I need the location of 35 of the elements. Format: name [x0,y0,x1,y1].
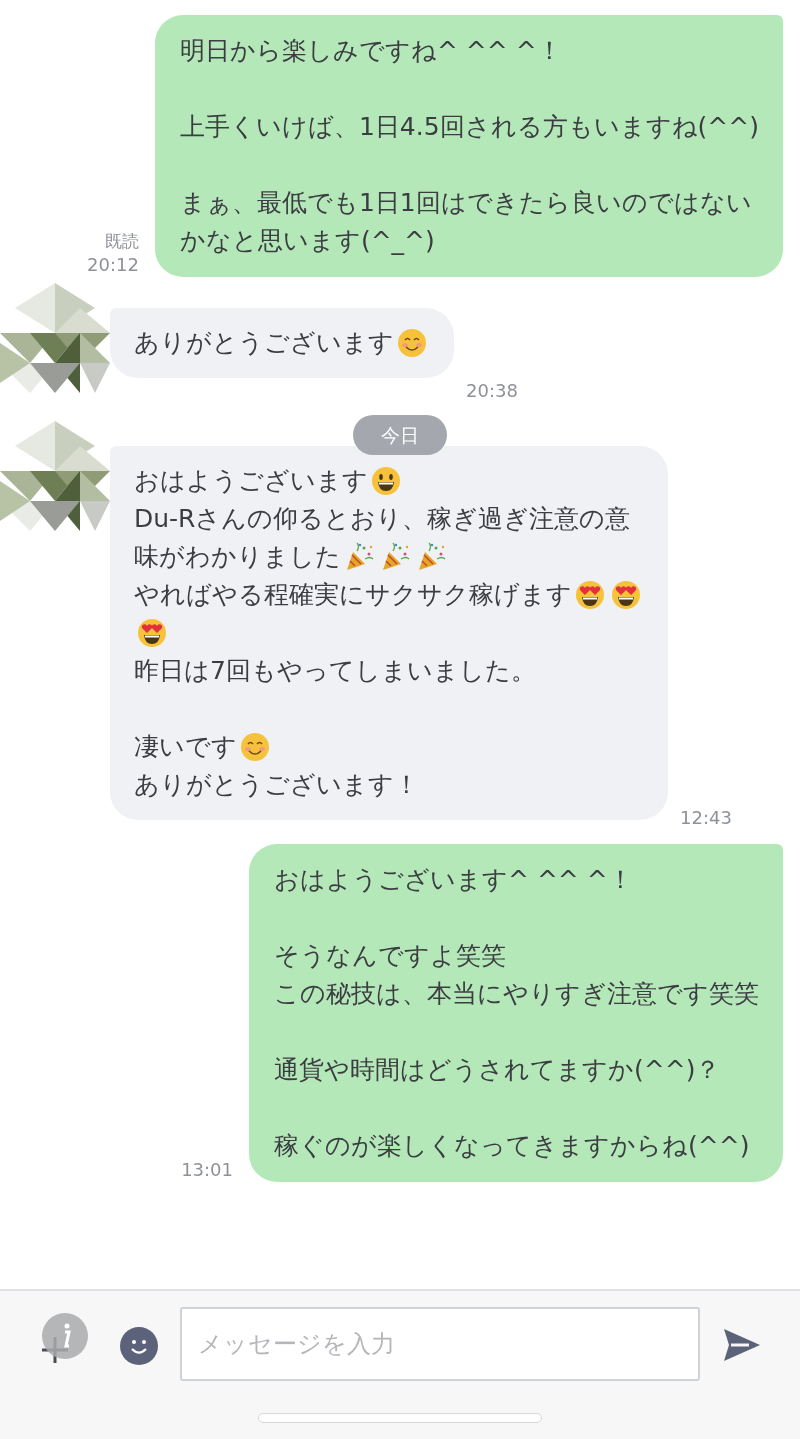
send-icon[interactable] [722,1327,762,1363]
message-text: 上手くいけば、1日4.5回される方もいますね(^^) [179,111,759,143]
date-badge: 今日 [353,415,447,455]
smiling-face-icon [240,732,270,762]
message-text: そうなんですよ笑笑 [274,940,506,972]
party-popper-icon [380,542,410,572]
message-text: 凄いです [134,731,237,763]
grinning-face-icon [371,466,401,496]
message-text: かなと思います(^_^) [179,225,435,257]
message-input[interactable]: メッセージを入力 [180,1307,700,1381]
heart-eyes-face-icon [137,618,167,648]
party-popper-icon [344,542,374,572]
smiling-face-icon [397,328,427,358]
read-receipt: 既読 [104,230,139,253]
party-popper-icon [416,542,446,572]
message-time: 12:43 [680,806,732,830]
message-text: 通貨や時間はどうされてますか(^^)？ [274,1054,721,1086]
message-text: Du-Rさんの仰るとおり、稼ぎ過ぎ注意の意 [134,503,631,535]
message-time: 20:38 [466,379,518,403]
message-text: やればやる程確実にサクサク稼げます [134,579,572,611]
heart-eyes-face-icon [611,580,641,610]
message-text: ありがとうございます [134,327,394,359]
message-text: おはようございます [134,465,368,497]
message-text: 昨日は7回もやってしまいました。 [134,655,536,687]
emoji-icon[interactable] [120,1327,158,1365]
message-text: おはようございます^ ^^ ^！ [274,864,633,896]
message-text: 明日から楽しみですね^ ^^ ^！ [179,35,562,67]
message-text: 稼ぐのが楽しくなってきますからね(^^) [274,1130,750,1162]
message-text: まぁ、最低でも1日1回はできたら良いのではない [179,187,752,219]
message-time: 13:01 [181,1158,233,1182]
message-text: ありがとうございます！ [134,769,419,801]
message-time: 20:12 [87,253,139,277]
heart-eyes-face-icon [575,580,605,610]
message-text: 味がわかりました [134,541,341,573]
message-text: この秘技は、本当にやりすぎ注意です笑笑 [274,978,759,1010]
